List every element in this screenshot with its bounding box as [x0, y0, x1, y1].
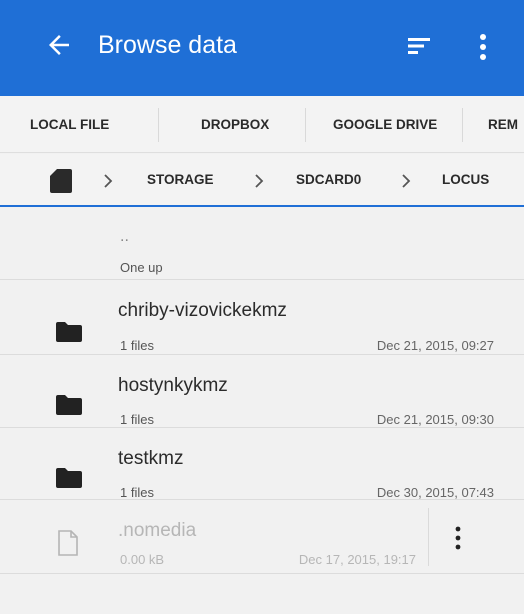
list-item[interactable]: .nomedia 0.00 kB Dec 17, 2015, 19:17	[0, 500, 524, 574]
more-vert-icon[interactable]	[452, 524, 464, 552]
item-name: testkmz	[118, 448, 184, 469]
tab-local-file[interactable]: LOCAL FILE	[30, 96, 109, 152]
tab-remote[interactable]: REM	[488, 96, 518, 152]
tab-divider	[305, 108, 306, 142]
list-item[interactable]: testkmz 1 files Dec 30, 2015, 07:43	[0, 428, 524, 500]
item-name: chriby-vizovickekmz	[118, 300, 287, 321]
list-item-one-up[interactable]: .. One up	[0, 208, 524, 280]
item-meta: 1 files	[120, 485, 154, 500]
breadcrumb-storage[interactable]: STORAGE	[147, 154, 214, 205]
item-name: hostynkykmz	[118, 375, 228, 396]
tab-dropbox[interactable]: DROPBOX	[201, 96, 269, 152]
folder-icon	[56, 468, 82, 488]
one-up-dots: ..	[120, 228, 129, 245]
arrow-left-icon[interactable]	[44, 30, 74, 60]
page-title: Browse data	[98, 31, 237, 59]
breadcrumb-underline	[0, 205, 524, 207]
breadcrumb-locus[interactable]: LOCUS	[442, 154, 489, 205]
sort-icon[interactable]	[406, 33, 432, 59]
sd-card-icon[interactable]	[50, 169, 72, 193]
row-divider	[428, 508, 429, 566]
tab-divider	[158, 108, 159, 142]
folder-icon	[56, 395, 82, 415]
list-item[interactable]: hostynkykmz 1 files Dec 21, 2015, 09:30	[0, 355, 524, 428]
chevron-right-icon	[104, 174, 113, 188]
folder-icon	[56, 322, 82, 342]
item-name: .nomedia	[118, 520, 197, 541]
chevron-right-icon	[402, 174, 411, 188]
item-meta: 1 files	[120, 412, 154, 427]
item-meta: 1 files	[120, 338, 154, 353]
item-date: Dec 21, 2015, 09:30	[376, 412, 494, 427]
item-meta: 0.00 kB	[120, 552, 165, 567]
chevron-right-icon	[255, 174, 264, 188]
item-date: Dec 21, 2015, 09:27	[376, 338, 494, 353]
breadcrumb: STORAGE SDCARD0 LOCUS	[0, 154, 524, 207]
one-up-label: One up	[120, 260, 163, 275]
item-date: Dec 30, 2015, 07:43	[376, 485, 494, 500]
more-vert-icon[interactable]	[474, 29, 492, 65]
item-date: Dec 17, 2015, 19:17	[298, 552, 416, 567]
tab-google-drive[interactable]: GOOGLE DRIVE	[333, 96, 437, 152]
breadcrumb-sdcard0[interactable]: SDCARD0	[296, 154, 361, 205]
app-bar: Browse data	[0, 0, 524, 96]
tab-divider	[462, 108, 463, 142]
list-item[interactable]: chriby-vizovickekmz 1 files Dec 21, 2015…	[0, 280, 524, 355]
file-icon	[58, 530, 78, 556]
storage-tabs: LOCAL FILE DROPBOX GOOGLE DRIVE REM	[0, 96, 524, 153]
